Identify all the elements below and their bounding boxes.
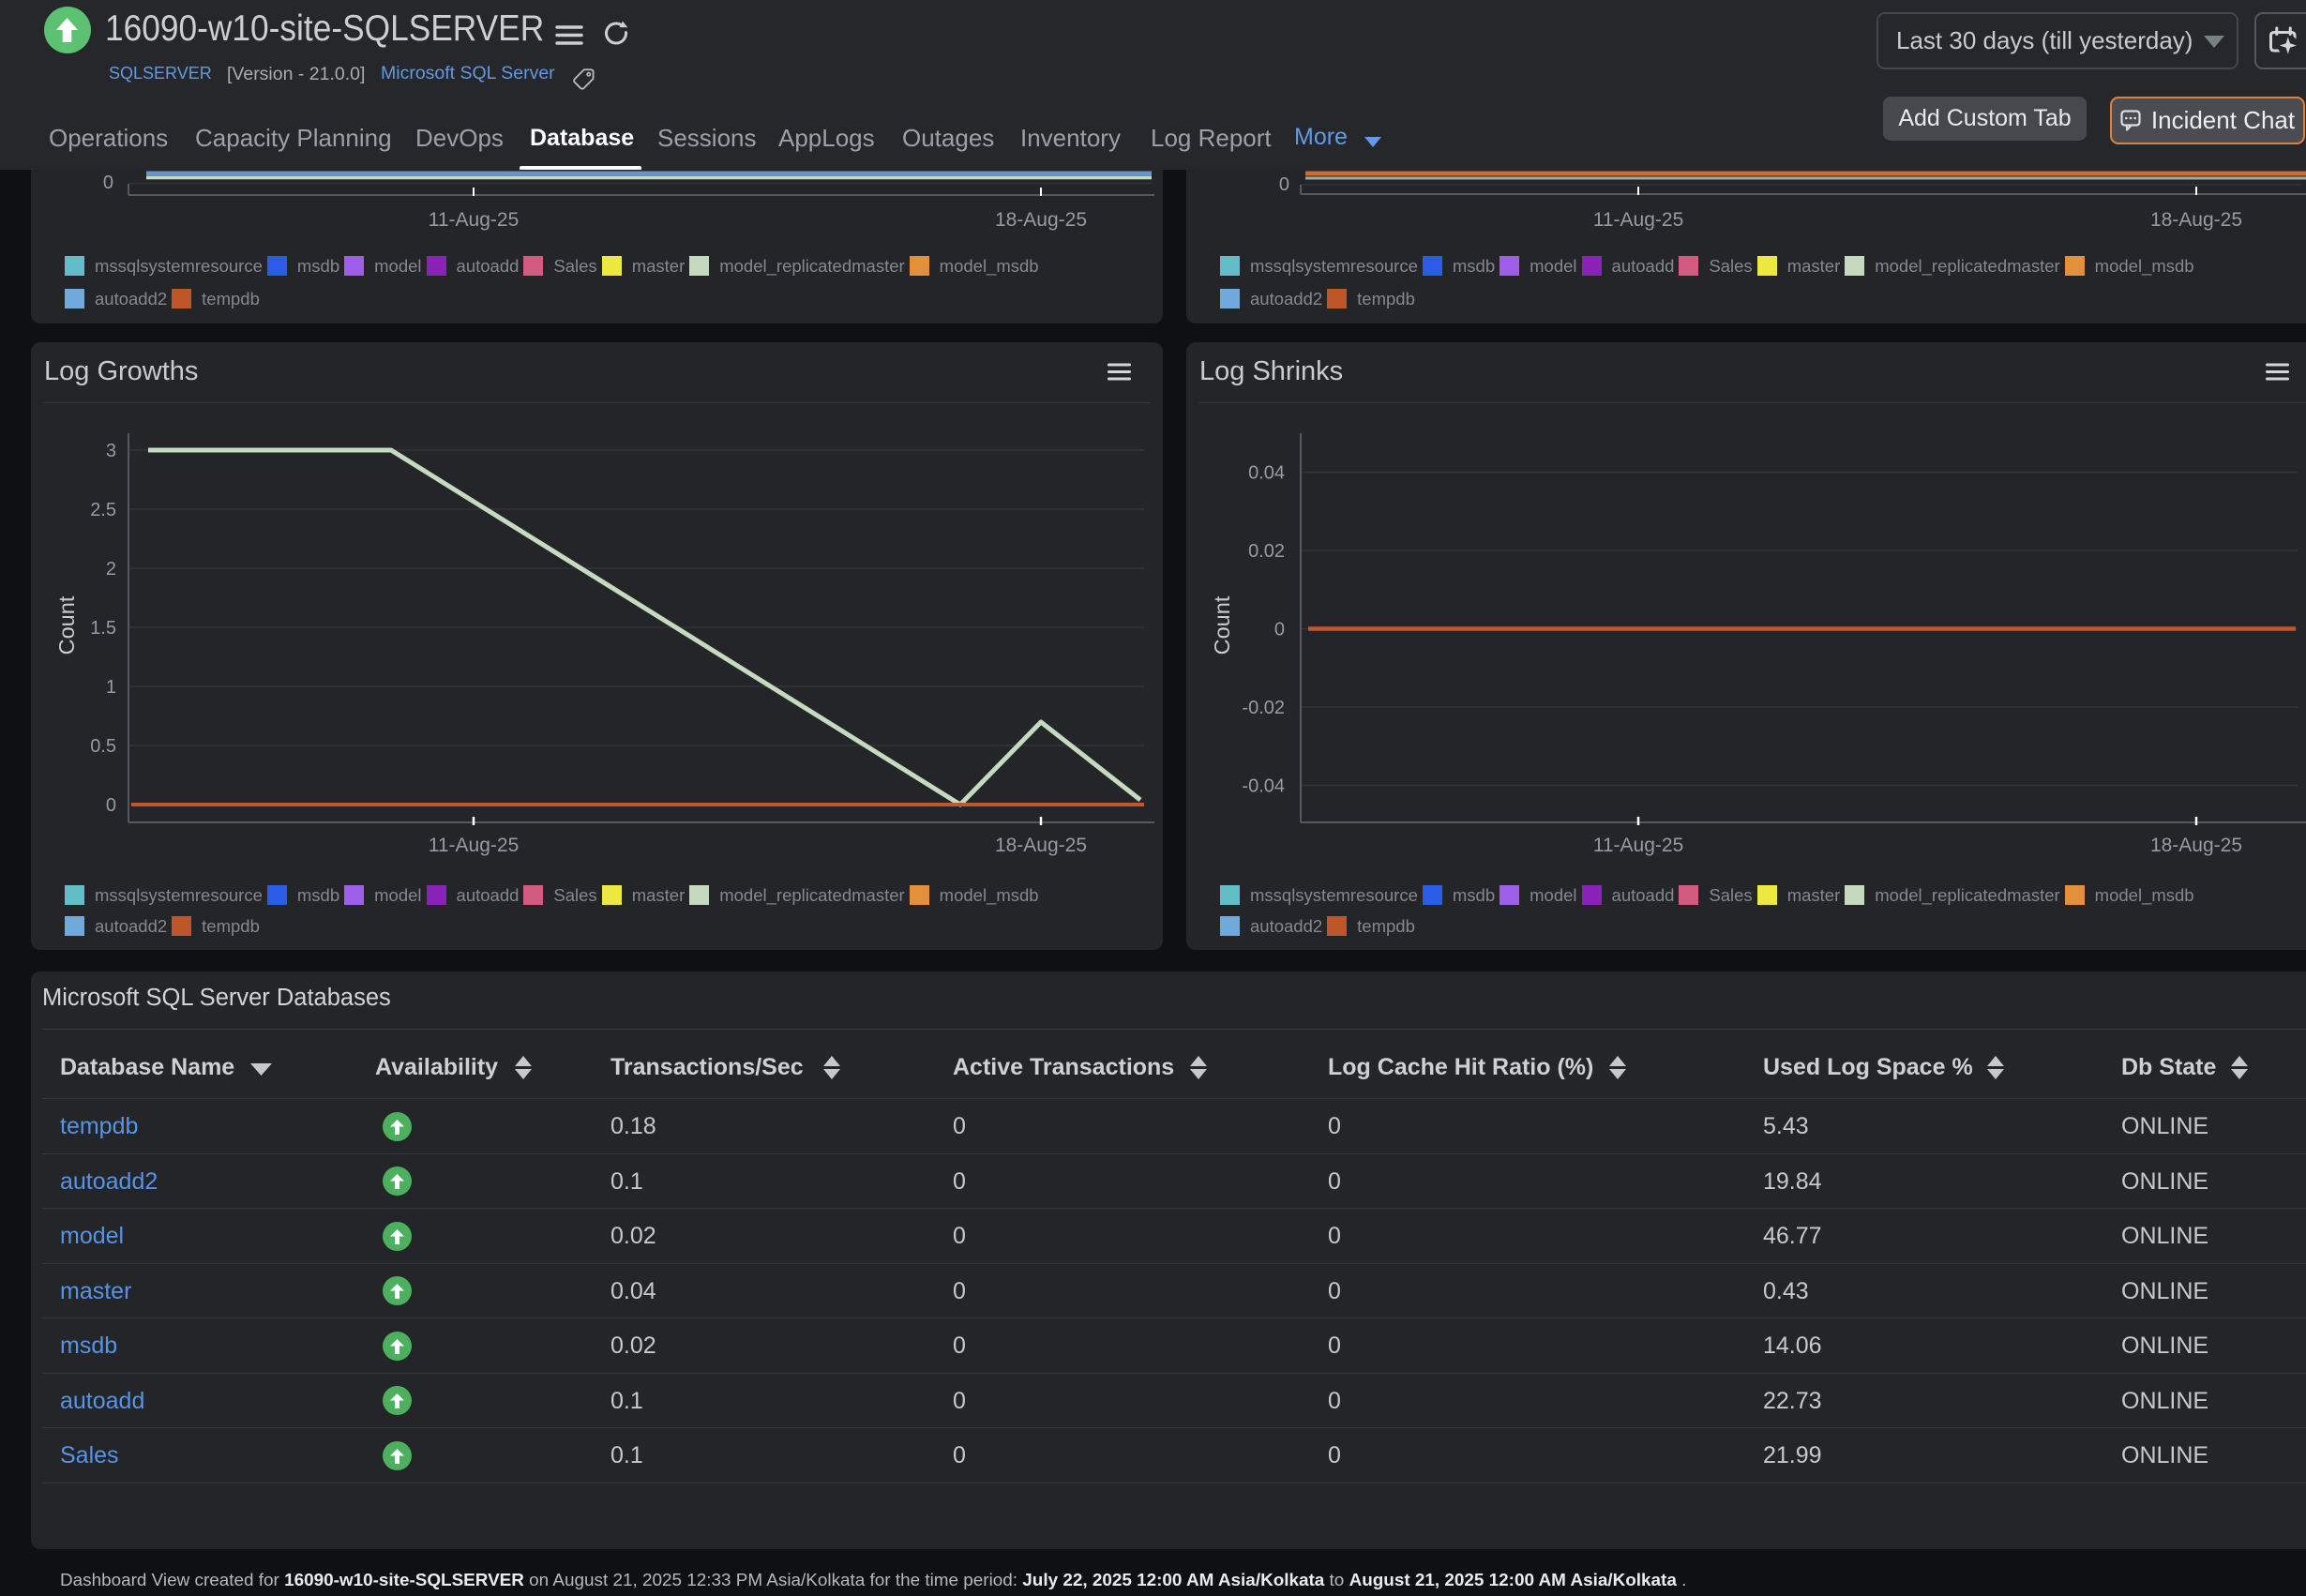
svg-text:-0.04: -0.04 <box>1242 776 1285 797</box>
svg-text:-0.02: -0.02 <box>1242 698 1285 718</box>
svg-text:11-Aug-25: 11-Aug-25 <box>1593 835 1684 856</box>
svg-text:Count: Count <box>1210 595 1234 655</box>
svg-text:3: 3 <box>106 441 116 461</box>
svg-text:18-Aug-25: 18-Aug-25 <box>2150 209 2242 231</box>
svg-text:18-Aug-25: 18-Aug-25 <box>995 209 1087 231</box>
svg-text:11-Aug-25: 11-Aug-25 <box>1593 209 1684 231</box>
svg-text:0: 0 <box>1274 620 1285 640</box>
svg-text:0.5: 0.5 <box>90 736 116 757</box>
svg-text:Count: Count <box>54 595 79 655</box>
svg-text:1: 1 <box>106 677 116 698</box>
svg-text:0.02: 0.02 <box>1248 541 1285 562</box>
svg-text:11-Aug-25: 11-Aug-25 <box>429 209 520 231</box>
svg-text:0.04: 0.04 <box>1248 463 1285 484</box>
svg-text:2.5: 2.5 <box>90 500 116 520</box>
svg-text:0: 0 <box>103 173 113 193</box>
svg-text:18-Aug-25: 18-Aug-25 <box>995 835 1087 856</box>
svg-text:18-Aug-25: 18-Aug-25 <box>2150 835 2242 856</box>
svg-text:11-Aug-25: 11-Aug-25 <box>429 835 520 856</box>
svg-text:0: 0 <box>106 795 116 816</box>
svg-text:2: 2 <box>106 559 116 580</box>
svg-text:1.5: 1.5 <box>90 618 116 639</box>
svg-text:0: 0 <box>1279 174 1289 195</box>
